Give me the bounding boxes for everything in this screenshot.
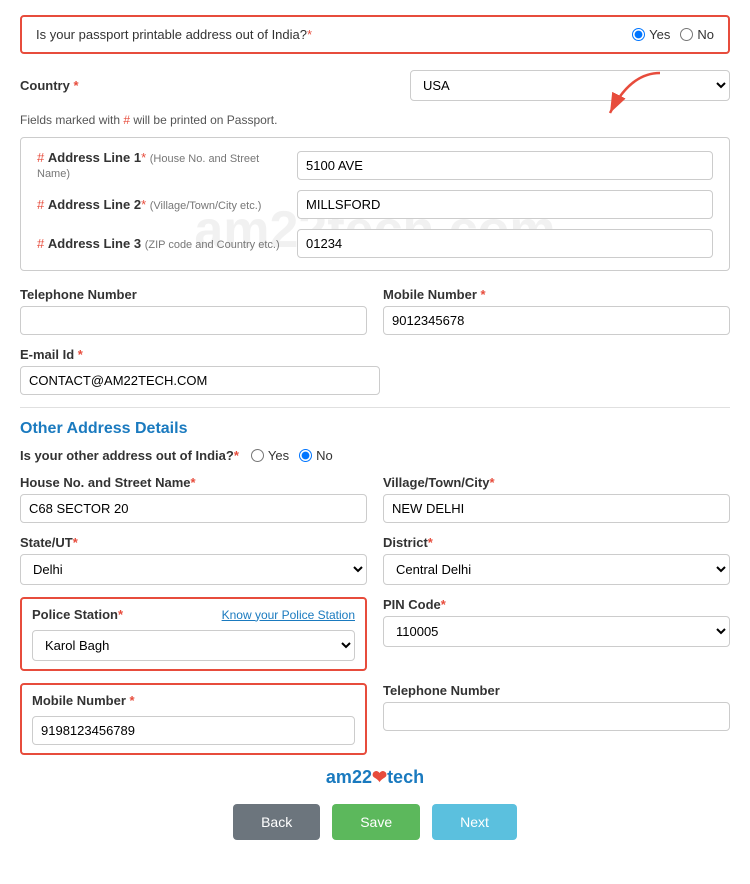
other-yes-radio[interactable]	[251, 449, 264, 462]
country-label: Country *	[20, 78, 140, 93]
address-line1-input[interactable]: 5100 AVE	[297, 151, 713, 180]
other-telephone-input[interactable]	[383, 702, 730, 731]
other-no-radio[interactable]	[299, 449, 312, 462]
passport-question-box: Is your passport printable address out o…	[20, 15, 730, 54]
house-input[interactable]: C68 SECTOR 20	[20, 494, 367, 523]
police-select[interactable]: Karol Bagh Connaught Place Lajpat Nagar …	[32, 630, 355, 661]
state-col: State/UT* Delhi Maharashtra Karnataka Ta…	[20, 535, 367, 585]
police-row-header: Police Station* Know your Police Station	[32, 607, 355, 622]
address-line2-label: # Address Line 2* (Village/Town/City etc…	[37, 197, 287, 212]
email-label: E-mail Id *	[20, 347, 730, 362]
address-line3-row: # Address Line 3 (ZIP code and Country e…	[37, 229, 713, 258]
pin-label: PIN Code*	[383, 597, 730, 612]
nav-buttons: Back Save Next	[20, 804, 730, 840]
bottom-brand: am22❤tech	[20, 767, 730, 788]
police-label: Police Station*	[32, 607, 123, 622]
other-no-label[interactable]: No	[299, 448, 333, 463]
address-line2-input[interactable]: MILLSFORD	[297, 190, 713, 219]
other-phone-row: Mobile Number * 9198123456789 Telephone …	[20, 683, 730, 755]
email-row: E-mail Id * CONTACT@AM22TECH.COM	[20, 347, 730, 395]
telephone-input[interactable]	[20, 306, 367, 335]
other-address-question-row: Is your other address out of India?* Yes…	[20, 448, 730, 463]
state-select[interactable]: Delhi Maharashtra Karnataka Tamil Nadu U…	[20, 554, 367, 585]
mobile-input[interactable]: 9012345678	[383, 306, 730, 335]
mobile-label: Mobile Number *	[383, 287, 730, 302]
mobile-col: Mobile Number * 9012345678	[383, 287, 730, 335]
other-yes-label[interactable]: Yes	[251, 448, 289, 463]
email-input[interactable]: CONTACT@AM22TECH.COM	[20, 366, 380, 395]
phone-row: Telephone Number Mobile Number * 9012345…	[20, 287, 730, 335]
address-line2-row: # Address Line 2* (Village/Town/City etc…	[37, 190, 713, 219]
passport-no-radio[interactable]	[680, 28, 693, 41]
address-line1-row: # Address Line 1* (House No. and Street …	[37, 150, 713, 180]
district-label: District*	[383, 535, 730, 550]
know-police-link[interactable]: Know your Police Station	[222, 608, 355, 622]
house-village-row: House No. and Street Name* C68 SECTOR 20…	[20, 475, 730, 523]
telephone-col: Telephone Number	[20, 287, 367, 335]
address-line3-input[interactable]: 01234	[297, 229, 713, 258]
other-telephone-col: Telephone Number	[383, 683, 730, 755]
next-button[interactable]: Next	[432, 804, 517, 840]
other-mobile-input[interactable]: 9198123456789	[32, 716, 355, 745]
district-select[interactable]: Central Delhi North Delhi South Delhi Ea…	[383, 554, 730, 585]
other-address-radio-group: Yes No	[251, 448, 333, 463]
address-line3-label: # Address Line 3 (ZIP code and Country e…	[37, 236, 287, 251]
village-label: Village/Town/City*	[383, 475, 730, 490]
state-district-row: State/UT* Delhi Maharashtra Karnataka Ta…	[20, 535, 730, 585]
other-address-question-label: Is your other address out of India?*	[20, 448, 239, 463]
telephone-label: Telephone Number	[20, 287, 367, 302]
village-col: Village/Town/City* NEW DELHI	[383, 475, 730, 523]
house-col: House No. and Street Name* C68 SECTOR 20	[20, 475, 367, 523]
other-mobile-col: Mobile Number * 9198123456789	[20, 683, 367, 755]
country-select[interactable]: USA India UK Canada Australia	[410, 70, 730, 101]
house-label: House No. and Street Name*	[20, 475, 367, 490]
passport-question-label: Is your passport printable address out o…	[36, 27, 616, 42]
other-telephone-label: Telephone Number	[383, 683, 730, 698]
arrow-annotation	[590, 63, 670, 123]
pin-select[interactable]: 110005 110001 110011 110020	[383, 616, 730, 647]
passport-yes-label[interactable]: Yes	[632, 27, 670, 42]
police-highlighted-box: Police Station* Know your Police Station…	[20, 597, 367, 671]
other-mobile-highlighted-box: Mobile Number * 9198123456789	[20, 683, 367, 755]
address-line1-label: # Address Line 1* (House No. and Street …	[37, 150, 287, 180]
passport-no-label[interactable]: No	[680, 27, 714, 42]
passport-yes-radio[interactable]	[632, 28, 645, 41]
district-col: District* Central Delhi North Delhi Sout…	[383, 535, 730, 585]
save-button[interactable]: Save	[332, 804, 420, 840]
state-label: State/UT*	[20, 535, 367, 550]
other-mobile-label: Mobile Number *	[32, 693, 355, 708]
pin-col: PIN Code* 110005 110001 110011 110020	[383, 597, 730, 671]
other-address-title: Other Address Details	[20, 420, 730, 438]
address-section: # Address Line 1* (House No. and Street …	[20, 137, 730, 271]
police-col: Police Station* Know your Police Station…	[20, 597, 367, 671]
village-input[interactable]: NEW DELHI	[383, 494, 730, 523]
back-button[interactable]: Back	[233, 804, 320, 840]
police-pin-row: Police Station* Know your Police Station…	[20, 597, 730, 671]
passport-radio-group: Yes No	[632, 27, 714, 42]
